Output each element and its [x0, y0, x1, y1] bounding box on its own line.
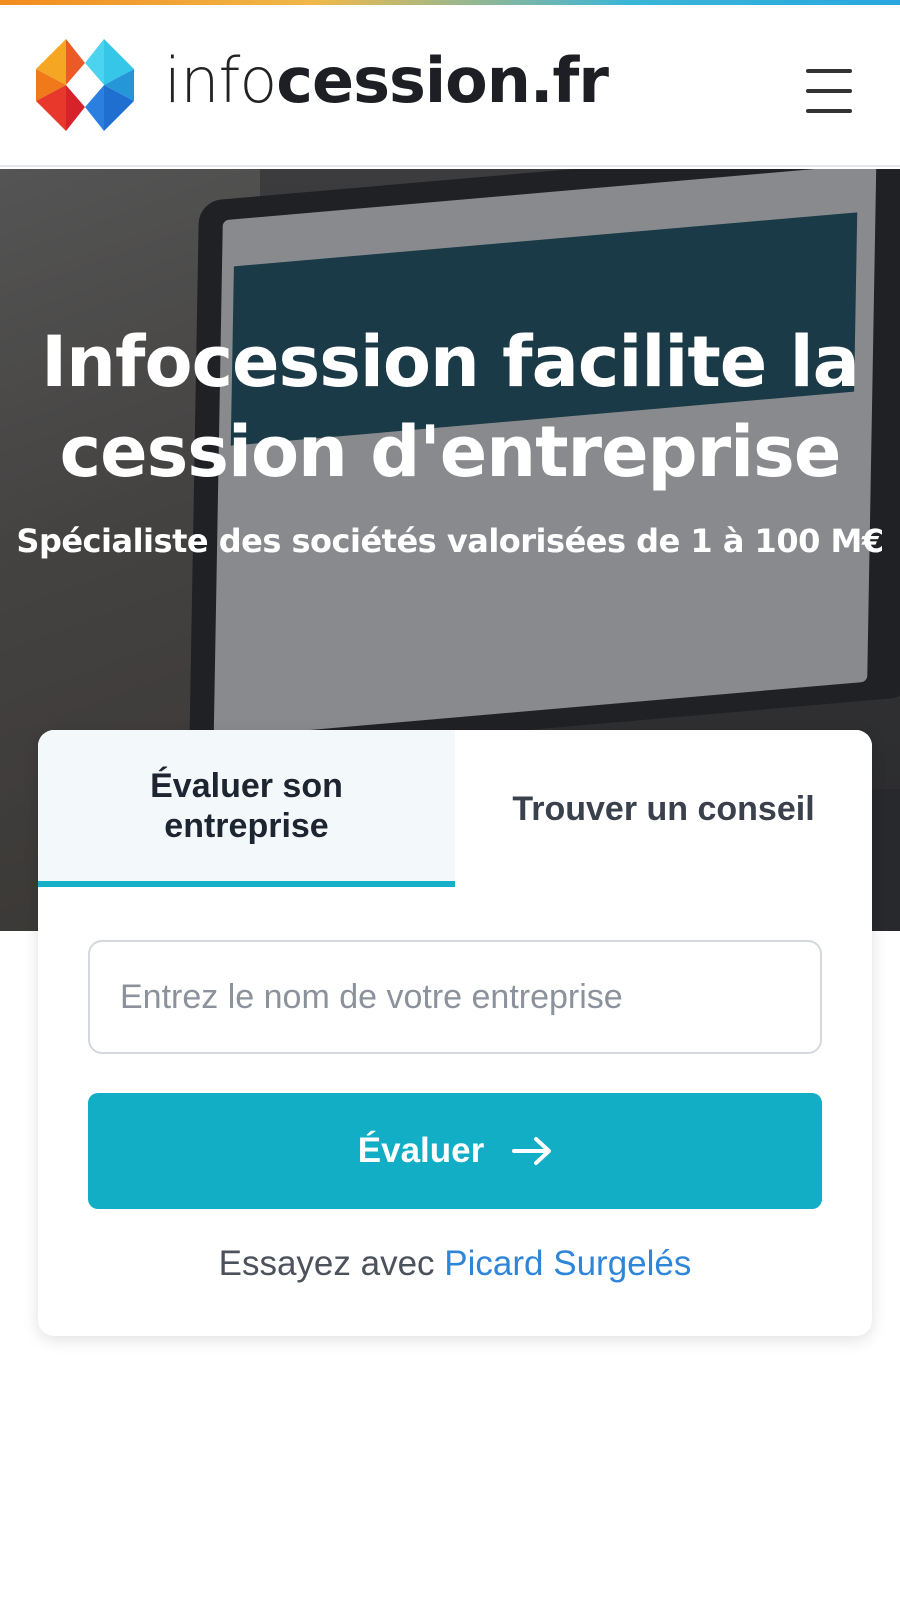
infocession-logo-icon[interactable]: [36, 39, 134, 131]
menu-line: [806, 109, 852, 113]
tab-trouver-conseil[interactable]: Trouver un conseil: [455, 730, 872, 887]
tab-label: Trouver un conseil: [512, 789, 815, 828]
evaluation-card: Évaluer son entreprise Trouver un consei…: [38, 730, 872, 1336]
brand-logo-text[interactable]: infocession.fr: [164, 44, 609, 117]
hero-title: Infocession facilite la cession d'entrep…: [41, 321, 860, 493]
evaluer-button[interactable]: Évaluer: [88, 1093, 822, 1209]
example-company-link[interactable]: Picard Surgelés: [444, 1244, 691, 1283]
hamburger-menu-icon[interactable]: [806, 69, 858, 113]
brand-light-part: info: [164, 44, 277, 117]
menu-line: [806, 89, 852, 93]
hero-subtitle: Spécialiste des sociétés valorisées de 1…: [16, 522, 884, 560]
tab-evaluer-entreprise[interactable]: Évaluer son entreprise: [38, 730, 455, 887]
menu-line: [806, 69, 852, 73]
site-header: infocession.fr: [0, 5, 900, 167]
tab-label: Évaluer son entreprise: [150, 766, 343, 845]
try-prefix: Essayez avec: [218, 1244, 435, 1283]
card-tabs: Évaluer son entreprise Trouver un consei…: [38, 730, 872, 887]
company-name-input[interactable]: [88, 940, 822, 1054]
brand-bold-part: cession.fr: [276, 44, 609, 117]
evaluer-button-label: Évaluer: [357, 1131, 485, 1170]
try-example-line: Essayez avec Picard Surgelés: [38, 1242, 872, 1286]
arrow-right-icon: [512, 1137, 552, 1165]
